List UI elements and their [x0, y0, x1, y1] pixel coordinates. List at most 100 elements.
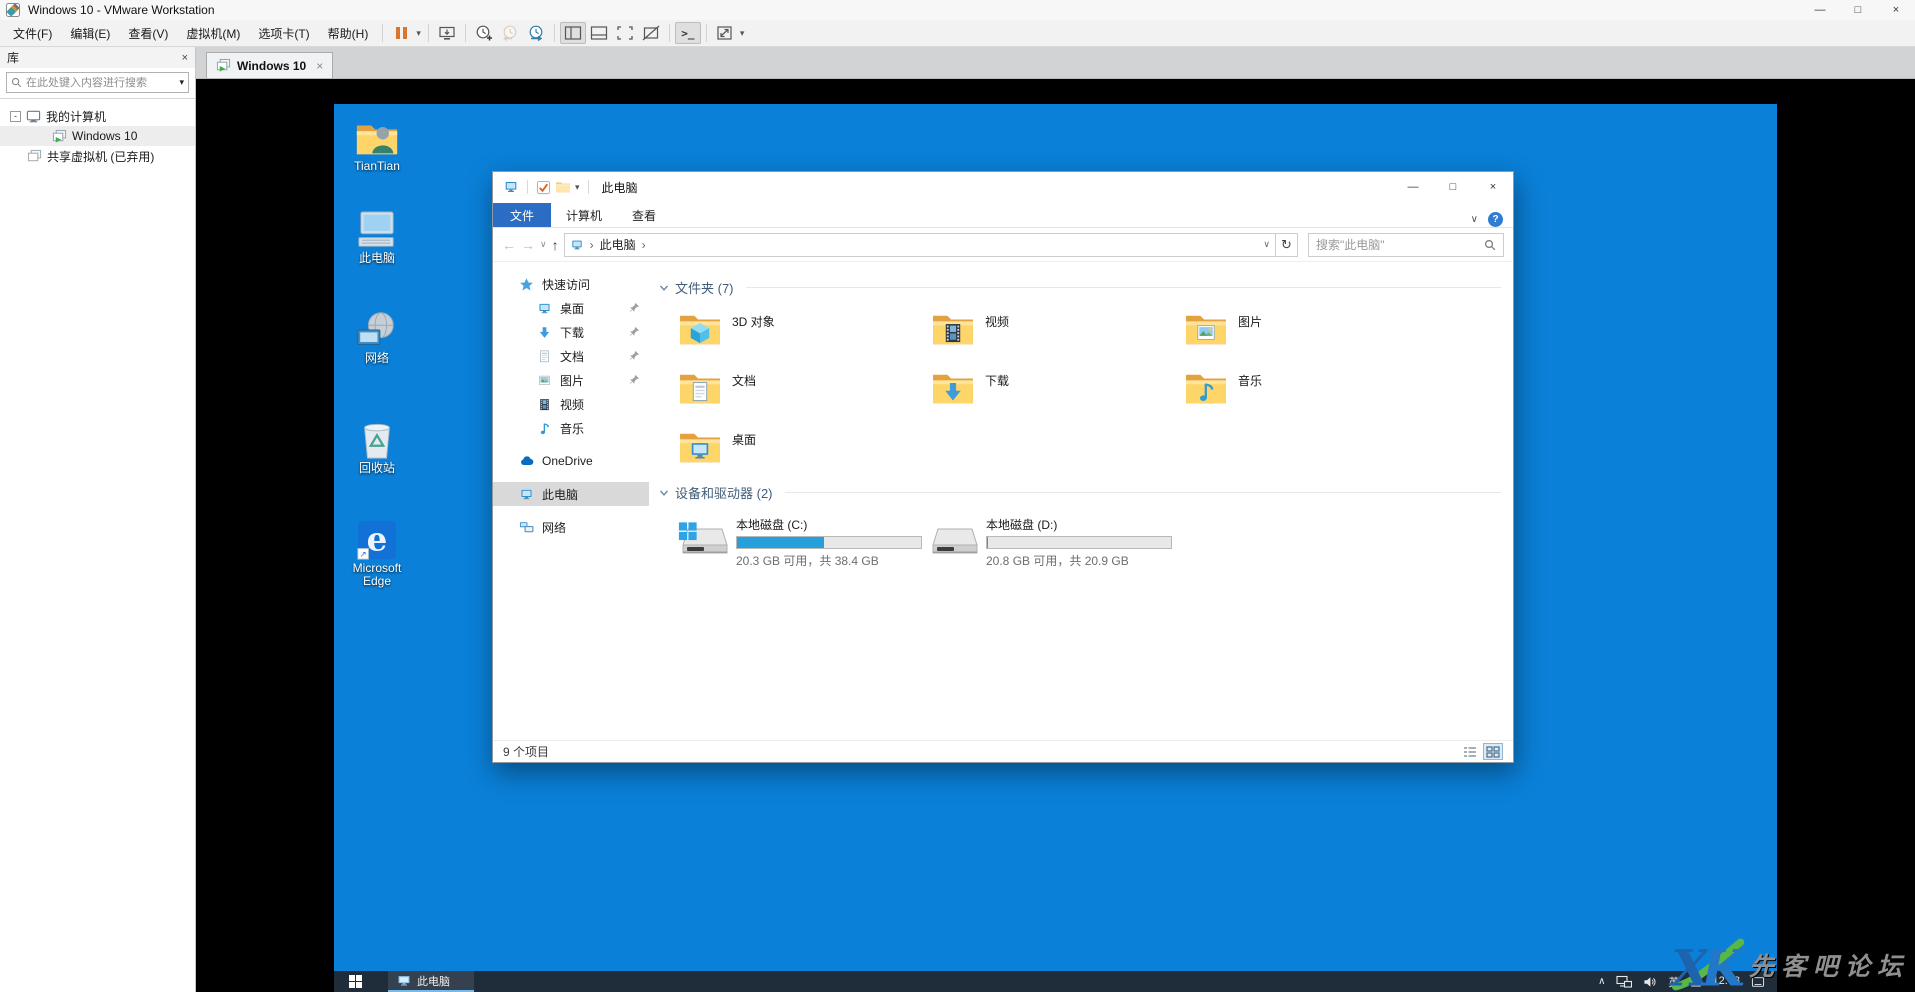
- nav-desktop[interactable]: 桌面: [493, 296, 649, 320]
- nav-videos[interactable]: 视频: [493, 392, 649, 416]
- unity-mode-button[interactable]: [638, 22, 664, 44]
- drives-group-header[interactable]: 设备和驱动器 (2): [659, 483, 1501, 502]
- explorer-maximize-button[interactable]: □: [1433, 172, 1473, 202]
- help-button[interactable]: ?: [1488, 212, 1503, 227]
- nav-music[interactable]: 音乐: [493, 416, 649, 440]
- power-dropdown-caret[interactable]: ▾: [414, 28, 423, 39]
- folder-tile-3d-objects[interactable]: 3D 对象: [677, 310, 930, 355]
- tree-expander-icon[interactable]: -: [10, 111, 21, 122]
- nav-downloads[interactable]: 下载: [493, 320, 649, 344]
- nav-network[interactable]: 网络: [493, 515, 649, 539]
- network-tray-icon[interactable]: [1616, 975, 1632, 988]
- volume-tray-icon[interactable]: [1643, 976, 1657, 988]
- explorer-minimize-button[interactable]: —: [1393, 172, 1433, 202]
- power-pause-button[interactable]: [388, 22, 414, 44]
- nav-label: 桌面: [560, 300, 584, 317]
- nav-quick-access[interactable]: 快速访问: [493, 272, 649, 296]
- library-search-dropdown-caret[interactable]: ▾: [179, 77, 184, 88]
- library-search[interactable]: ▾: [6, 72, 189, 93]
- picture-icon: [537, 373, 552, 388]
- qat-dropdown-caret[interactable]: ▾: [573, 182, 582, 193]
- explorer-close-button[interactable]: ×: [1473, 172, 1513, 202]
- tree-item-shared-vms[interactable]: 共享虚拟机 (已弃用): [0, 146, 195, 166]
- nav-onedrive[interactable]: OneDrive: [493, 449, 649, 473]
- downloads-folder-icon: [930, 369, 976, 407]
- show-library-button[interactable]: [560, 22, 586, 44]
- expand-ribbon-chevron[interactable]: ∨: [1471, 214, 1478, 225]
- vmware-minimize-button[interactable]: —: [1801, 0, 1839, 20]
- fit-guest-button[interactable]: [712, 22, 738, 44]
- tree-item-windows-10[interactable]: Windows 10: [0, 126, 195, 146]
- breadcrumb-pc-icon: [570, 238, 584, 252]
- folder-tile-desktop[interactable]: 桌面: [677, 428, 930, 473]
- take-snapshot-button[interactable]: [471, 22, 497, 44]
- explorer-search[interactable]: [1308, 233, 1504, 257]
- forum-watermark: X K 先客吧论坛: [1665, 938, 1915, 992]
- show-thumbnail-bar-button[interactable]: [586, 22, 612, 44]
- revert-snapshot-button[interactable]: [497, 22, 523, 44]
- address-dropdown-caret[interactable]: ∨: [1263, 239, 1270, 250]
- qat-properties-button[interactable]: [534, 180, 553, 195]
- fit-dropdown-caret[interactable]: ▾: [738, 28, 747, 39]
- vmware-close-button[interactable]: ×: [1877, 0, 1915, 20]
- menu-view[interactable]: 查看(V): [119, 21, 177, 46]
- shared-vm-icon: [27, 149, 42, 164]
- desktop-icon-edge[interactable]: e ↗ Microsoft Edge: [337, 519, 417, 588]
- vm-tab-windows-10[interactable]: Windows 10 ×: [206, 52, 333, 78]
- ribbon-tab-view[interactable]: 查看: [617, 203, 671, 227]
- menu-help[interactable]: 帮助(H): [319, 21, 378, 46]
- library-close-button[interactable]: ×: [182, 52, 188, 64]
- send-ctrl-alt-del-button[interactable]: [434, 22, 460, 44]
- desktop-icon-network[interactable]: 网络: [337, 309, 417, 365]
- menu-edit[interactable]: 编辑(E): [61, 21, 119, 46]
- menu-tabs[interactable]: 选项卡(T): [249, 21, 318, 46]
- nav-documents[interactable]: 文档: [493, 344, 649, 368]
- large-icons-view-button[interactable]: [1483, 743, 1503, 760]
- explorer-statusbar: 9 个项目: [493, 740, 1513, 762]
- breadcrumb-this-pc[interactable]: 此电脑: [600, 236, 636, 253]
- tree-item-my-computer[interactable]: - 我的计算机: [0, 106, 195, 126]
- nav-this-pc[interactable]: 此电脑: [493, 482, 649, 506]
- folder-tile-documents[interactable]: 文档: [677, 369, 930, 414]
- folder-tile-downloads[interactable]: 下载: [930, 369, 1183, 414]
- menu-file[interactable]: 文件(F): [4, 21, 61, 46]
- explorer-system-menu[interactable]: [501, 179, 521, 195]
- vmware-window-title: Windows 10 - VMware Workstation: [28, 3, 215, 17]
- snapshot-manager-button[interactable]: [523, 22, 549, 44]
- console-view-button[interactable]: >_: [675, 22, 701, 44]
- drive-tile-c[interactable]: 本地磁盘 (C:) 20.3 GB 可用，共 38.4 GB: [677, 516, 927, 569]
- refresh-button[interactable]: ↻: [1276, 233, 1298, 257]
- library-search-input[interactable]: [26, 77, 175, 89]
- details-view-button[interactable]: [1460, 743, 1480, 760]
- vm-running-icon: [52, 129, 67, 144]
- folders-group-header[interactable]: 文件夹 (7): [659, 278, 1501, 297]
- ribbon-tab-computer[interactable]: 计算机: [551, 203, 617, 227]
- show-hidden-icons-chevron[interactable]: ∧: [1598, 976, 1605, 987]
- folder-tile-label: 3D 对象: [732, 310, 775, 355]
- qat-new-folder-button[interactable]: [553, 180, 573, 194]
- back-button[interactable]: ←: [502, 238, 516, 252]
- nav-label: 视频: [560, 396, 584, 413]
- up-button[interactable]: ↑: [552, 238, 559, 252]
- explorer-address-bar: ← → ∨ ↑ › 此电脑 › ∨ ↻: [493, 228, 1513, 262]
- folder-tile-pictures[interactable]: 图片: [1183, 310, 1436, 355]
- breadcrumb-bar[interactable]: › 此电脑 › ∨: [564, 233, 1276, 257]
- desktop-icon-tiantian[interactable]: TianTian: [337, 117, 417, 173]
- start-button[interactable]: [334, 971, 376, 992]
- recent-locations-caret[interactable]: ∨: [540, 239, 547, 250]
- vmware-maximize-button[interactable]: □: [1839, 0, 1877, 20]
- qat-separator: [588, 180, 589, 194]
- drive-tile-d[interactable]: 本地磁盘 (D:) 20.8 GB 可用，共 20.9 GB: [927, 516, 1177, 569]
- desktop-icon-recycle-bin[interactable]: 回收站: [337, 419, 417, 475]
- taskbar-item-this-pc[interactable]: 此电脑: [388, 971, 474, 992]
- folder-tile-music[interactable]: 音乐: [1183, 369, 1436, 414]
- vm-tab-close-button[interactable]: ×: [316, 59, 323, 73]
- fullscreen-button[interactable]: [612, 22, 638, 44]
- menu-vm[interactable]: 虚拟机(M): [177, 21, 249, 46]
- ribbon-tab-file[interactable]: 文件: [493, 203, 551, 227]
- folder-tile-videos[interactable]: 视频: [930, 310, 1183, 355]
- nav-pictures[interactable]: 图片: [493, 368, 649, 392]
- explorer-search-input[interactable]: [1316, 238, 1484, 252]
- forward-button[interactable]: →: [521, 238, 535, 252]
- desktop-icon-this-pc[interactable]: 此电脑: [337, 209, 417, 265]
